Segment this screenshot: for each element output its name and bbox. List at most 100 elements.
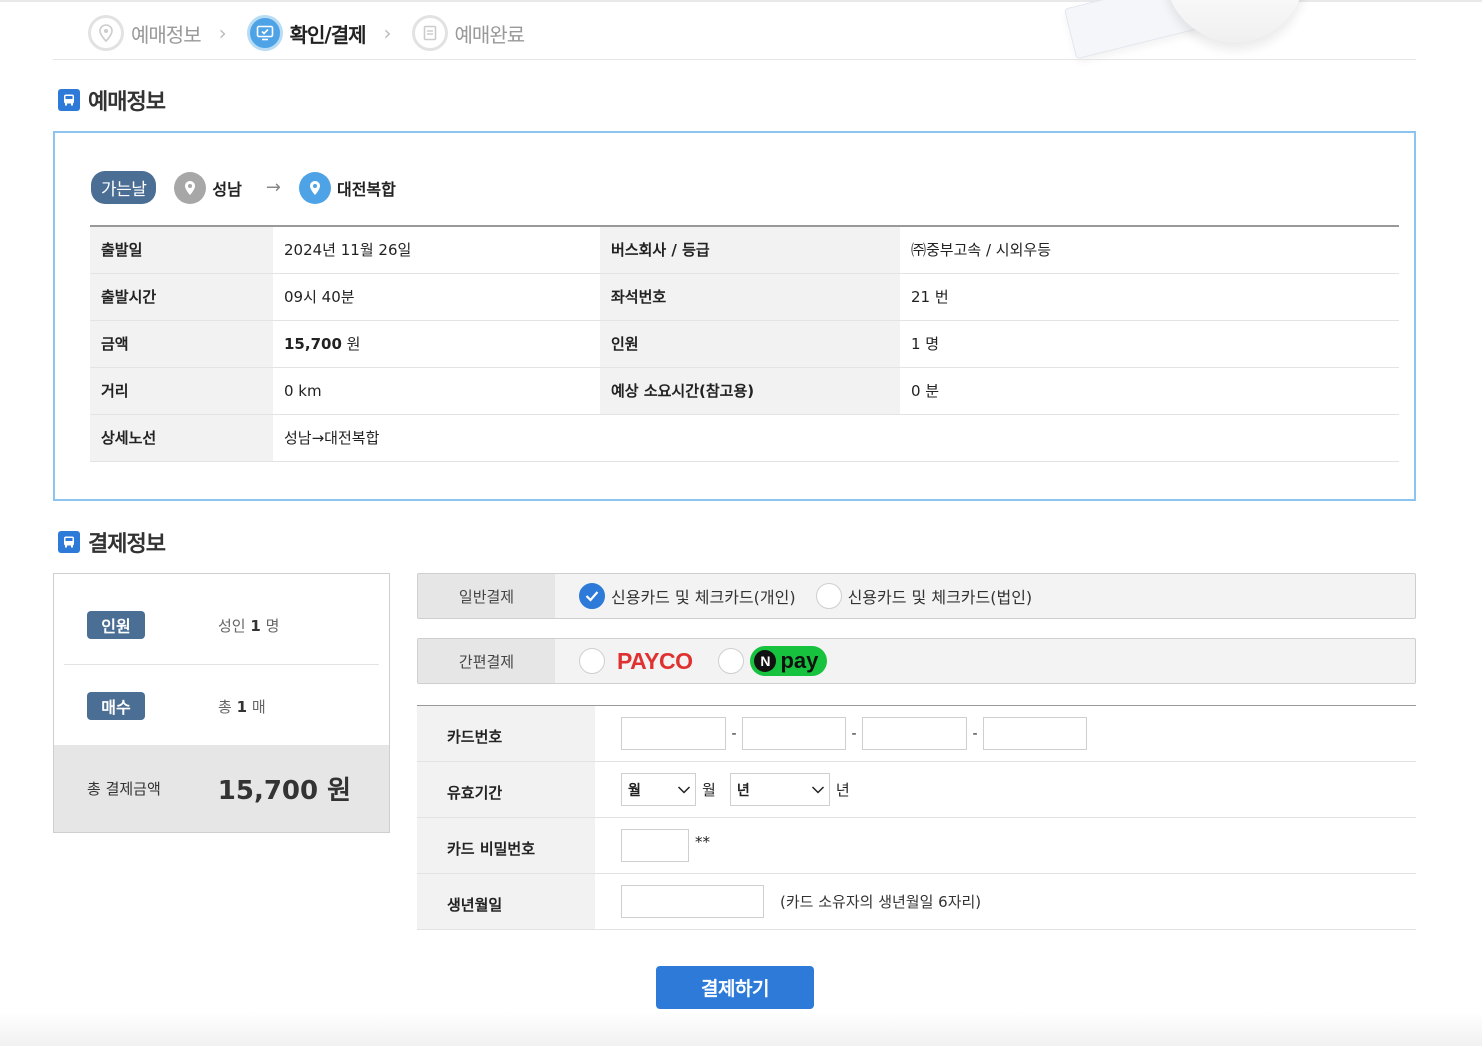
- birth-date-input[interactable]: [621, 885, 764, 918]
- booking-section-title: 예매정보: [58, 84, 166, 116]
- chevron-down-icon: [811, 785, 824, 794]
- table-row: 금액 15,700 원 인원 1 명: [90, 320, 1399, 368]
- year-select[interactable]: 년: [729, 773, 830, 806]
- people-badge: 인원: [87, 611, 145, 639]
- fare-amount: 15,700: [284, 335, 342, 353]
- card-number-row: 카드번호 - - -: [417, 705, 1416, 762]
- departure-time-value: 09시 40분: [273, 273, 600, 321]
- card-number-label: 카드번호: [417, 705, 595, 762]
- destination-pin-icon: [298, 171, 331, 204]
- password-fields: **: [595, 817, 1416, 874]
- duration-label: 예상 소요시간(참고용): [600, 367, 900, 415]
- birth-hint: (카드 소유자의 생년월일 6자리): [780, 893, 982, 911]
- easy-payment-row: 간편결제 PAYCO N pay: [417, 638, 1416, 684]
- card-password-input[interactable]: [621, 829, 689, 862]
- people-unit: 명: [265, 616, 280, 635]
- duration-value: 0 분: [900, 367, 1399, 415]
- pay-button[interactable]: 결제하기: [656, 966, 814, 1009]
- total-label: 총 결제금액: [87, 780, 161, 798]
- radio-personal-card[interactable]: 신용카드 및 체크카드(개인): [579, 583, 796, 609]
- bus-illustration: [1165, 0, 1305, 42]
- checkmark-icon[interactable]: [579, 583, 605, 609]
- birth-row: 생년월일 (카드 소유자의 생년월일 6자리): [417, 873, 1416, 930]
- departure-time-label: 출발시간: [90, 273, 273, 321]
- seat-value: 21 번: [900, 273, 1399, 321]
- distance-label: 거리: [90, 367, 273, 415]
- password-label: 카드 비밀번호: [417, 817, 595, 874]
- location-pin-icon: [88, 15, 124, 51]
- table-row: 출발일 2024년 11월 26일 버스회사 / 등급 ㈜중부고속 / 시외우등: [90, 226, 1399, 274]
- step-complete: 예매완료: [411, 15, 526, 51]
- general-payment-row: 일반결제 신용카드 및 체크카드(개인) 신용카드 및 체크카드(법인): [417, 573, 1416, 619]
- summary-people-row: 인원 성인 1 명: [54, 611, 389, 639]
- summary-tickets-row: 매수 총 1 매: [54, 692, 389, 720]
- page: 예매정보 › 확인/결제 › 예매완료 예매정보 가는날 성남 → 대전복합 출…: [0, 0, 1482, 1046]
- tickets-unit: 매: [251, 697, 266, 716]
- total-amount: 15,700 원: [217, 776, 352, 806]
- npay-text: pay: [780, 648, 819, 673]
- tickets-prefix: 총: [218, 697, 232, 716]
- radio-circle-icon[interactable]: [815, 583, 842, 609]
- expiry-label: 유효기간: [417, 761, 595, 818]
- month-select-value: 월: [628, 782, 641, 799]
- divider: [64, 664, 379, 665]
- footer-shade: [0, 1012, 1482, 1046]
- step-label: 예매정보: [131, 22, 202, 47]
- fare-label: 금액: [90, 320, 273, 368]
- people-summary: 성인 1 명: [218, 615, 279, 636]
- payment-section-title: 결제정보: [58, 526, 166, 558]
- dash: -: [851, 725, 857, 742]
- tickets-count: 1: [236, 697, 248, 716]
- npay-logo[interactable]: N pay: [750, 646, 828, 676]
- card-number-input-1[interactable]: [621, 717, 726, 750]
- card-number-input-4[interactable]: [983, 717, 1087, 750]
- route-summary: 가는날 성남 → 대전복합: [91, 171, 396, 204]
- payment-summary: 인원 성인 1 명 매수 총 1 매 총 결제금액 15,700 원: [53, 573, 390, 833]
- destination-name: 대전복합: [336, 179, 396, 199]
- total-amount-row: 총 결제금액 15,700 원: [54, 745, 389, 832]
- progress-steps: 예매정보 › 확인/결제 › 예매완료: [88, 14, 526, 52]
- easy-payment-label: 간편결제: [418, 639, 555, 683]
- table-row: 거리 0 km 예상 소요시간(참고용) 0 분: [90, 367, 1399, 415]
- chevron-down-icon: [677, 785, 691, 794]
- arrow-right-icon: →: [265, 177, 281, 198]
- radio-circle-icon[interactable]: [718, 648, 745, 674]
- company-label: 버스회사 / 등급: [600, 226, 900, 274]
- origin-pin-icon: [174, 171, 207, 204]
- departure-date-value: 2024년 11월 26일: [273, 226, 600, 274]
- route-detail-label: 상세노선: [90, 414, 273, 462]
- payco-logo[interactable]: PAYCO: [617, 648, 693, 675]
- step-label: 예매완료: [454, 22, 526, 47]
- card-number-input-3[interactable]: [862, 717, 967, 750]
- radio-npay[interactable]: N pay: [718, 646, 828, 676]
- origin-name: 성남: [212, 179, 242, 199]
- people-value: 1 명: [900, 320, 1399, 368]
- month-select[interactable]: 월: [621, 773, 696, 806]
- day-badge: 가는날: [91, 171, 157, 204]
- card-number-fields: ---: [595, 705, 1416, 762]
- password-row: 카드 비밀번호 **: [417, 817, 1416, 874]
- booking-info-box: 가는날 성남 → 대전복합 출발일 2024년 11월 26일 버스회사 / 등…: [53, 131, 1416, 501]
- tickets-badge: 매수: [87, 692, 145, 720]
- birth-label: 생년월일: [417, 873, 595, 930]
- route-detail-value: 성남→대전복합: [273, 414, 1399, 462]
- people-count: 1: [250, 616, 261, 635]
- step-confirm-payment: 확인/결제: [246, 15, 367, 51]
- radio-label[interactable]: 신용카드 및 체크카드(개인): [611, 584, 796, 608]
- radio-label[interactable]: 신용카드 및 체크카드(법인): [848, 584, 1033, 608]
- radio-corporate-card[interactable]: 신용카드 및 체크카드(법인): [815, 583, 1033, 609]
- divider: [53, 59, 1416, 60]
- chevron-right-icon: ›: [383, 21, 392, 45]
- card-number-input-2[interactable]: [742, 717, 846, 750]
- company-value: ㈜중부고속 / 시외우등: [900, 226, 1399, 274]
- radio-circle-icon[interactable]: [579, 648, 605, 674]
- step-label: 확인/결제: [289, 22, 367, 47]
- fare-value: 15,700 원: [273, 320, 600, 368]
- fare-unit: 원: [346, 335, 361, 353]
- section-title-text: 예매정보: [88, 90, 166, 115]
- birth-fields: (카드 소유자의 생년월일 6자리): [595, 873, 1416, 930]
- month-unit: 월: [702, 781, 716, 799]
- year-unit: 년: [835, 781, 850, 799]
- password-suffix: **: [695, 833, 710, 851]
- radio-payco[interactable]: PAYCO: [579, 648, 693, 675]
